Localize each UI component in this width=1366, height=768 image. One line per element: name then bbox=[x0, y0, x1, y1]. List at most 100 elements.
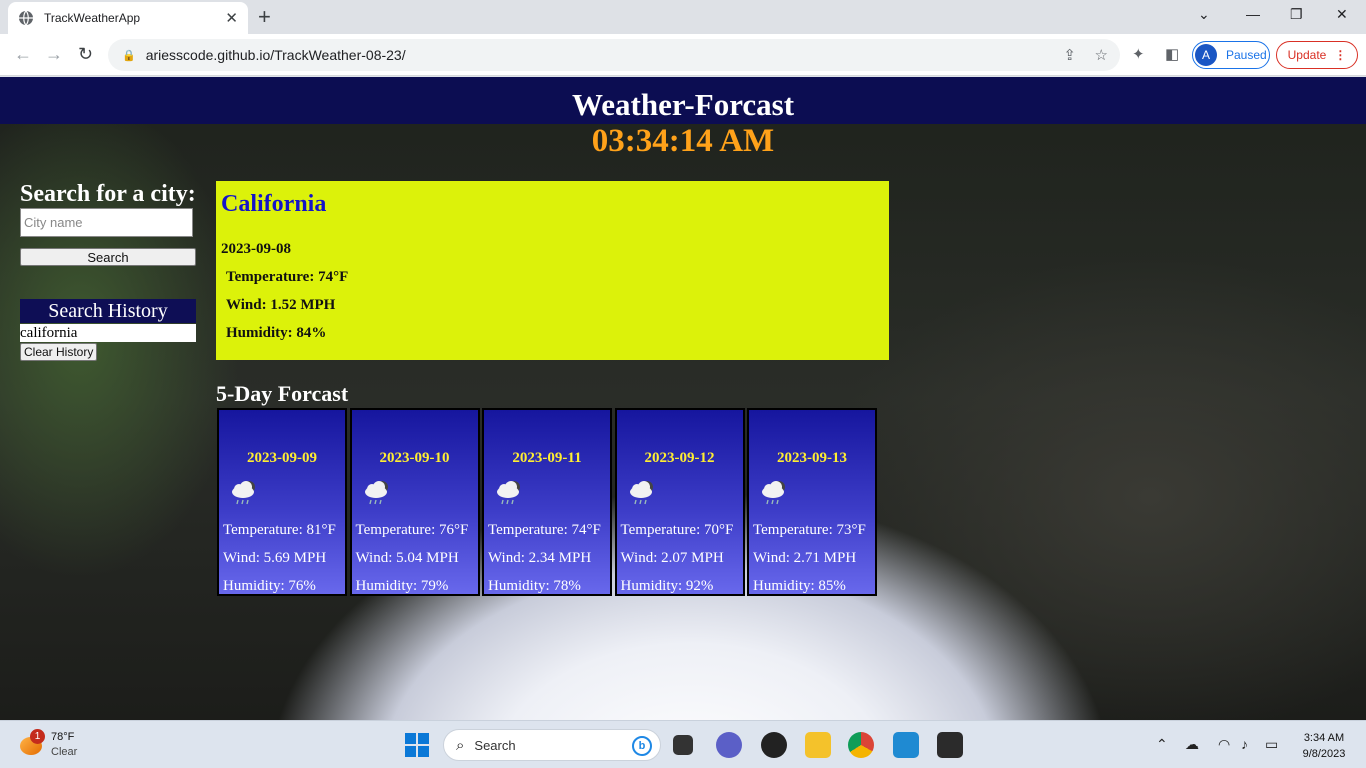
windows-logo-icon bbox=[405, 733, 416, 744]
extensions-icon[interactable]: ✦ bbox=[1132, 45, 1145, 63]
current-date: 2023-09-08 bbox=[221, 241, 291, 257]
forecast-card: 2023-09-11 Temperature: 74°F Wind: 2.34 … bbox=[482, 408, 612, 596]
new-tab-button[interactable]: + bbox=[258, 4, 271, 30]
menu-dots-icon: ⋮ bbox=[1334, 48, 1347, 62]
update-button[interactable]: Update ⋮ bbox=[1276, 41, 1358, 69]
forecast-temperature: Temperature: 81°F bbox=[223, 522, 336, 538]
window-close-button[interactable]: ✕ bbox=[1336, 6, 1348, 23]
taskbar: 1 78°F Clear ⌕ Search b ⌃ ☁ ◠ ♪ ▭ 3:34 A… bbox=[0, 720, 1366, 768]
tab-title: TrackWeatherApp bbox=[44, 11, 141, 25]
forecast-humidity: Humidity: 85% bbox=[753, 578, 846, 594]
current-wind: Wind: 1.52 MPH bbox=[226, 297, 336, 313]
rain-cloud-icon bbox=[232, 481, 255, 505]
forecast-date: 2023-09-12 bbox=[644, 450, 715, 466]
forecast-card: 2023-09-12 Temperature: 70°F Wind: 2.07 … bbox=[614, 408, 745, 596]
forecast-wind: Wind: 5.04 MPH bbox=[355, 550, 459, 566]
current-weather-card: California 2023-09-08 Temperature: 74°F … bbox=[216, 181, 889, 360]
forecast-humidity: Humidity: 92% bbox=[620, 578, 714, 594]
tab-close-icon[interactable]: ✕ bbox=[225, 9, 238, 27]
notification-badge: 1 bbox=[30, 729, 45, 744]
minimize-button[interactable]: — bbox=[1246, 6, 1260, 22]
forecast-temperature: Temperature: 76°F bbox=[355, 522, 469, 538]
forecast-humidity: Humidity: 78% bbox=[488, 578, 581, 594]
taskbar-search[interactable]: ⌕ Search b bbox=[443, 729, 661, 761]
current-city-name: California bbox=[221, 191, 327, 217]
chevron-up-icon[interactable]: ⌃ bbox=[1156, 736, 1168, 753]
tab-strip: TrackWeatherApp ✕ + ⌄ — ❐ ✕ bbox=[0, 0, 1366, 34]
update-label: Update bbox=[1287, 48, 1327, 62]
forecast-title: 5-Day Forcast bbox=[216, 381, 349, 406]
page-title: Weather-Forcast bbox=[571, 87, 795, 122]
search-history-title: Search History bbox=[20, 299, 196, 323]
forecast-temperature: Temperature: 70°F bbox=[620, 522, 734, 538]
chrome-icon[interactable] bbox=[848, 732, 874, 758]
terminal-icon[interactable] bbox=[937, 732, 963, 758]
rain-cloud-icon bbox=[762, 481, 785, 505]
rain-cloud-icon bbox=[629, 481, 653, 505]
forecast-temperature: Temperature: 73°F bbox=[753, 522, 866, 538]
maximize-button[interactable]: ❐ bbox=[1290, 6, 1303, 23]
rain-cloud-icon bbox=[497, 481, 520, 505]
weather-widget[interactable]: 1 78°F Clear bbox=[18, 729, 108, 761]
search-button[interactable]: Search bbox=[20, 248, 196, 266]
avatar: A bbox=[1195, 44, 1217, 66]
taskbar-search-label: Search bbox=[474, 737, 516, 753]
globe-icon bbox=[19, 10, 33, 26]
system-date: 9/8/2023 bbox=[1302, 748, 1346, 760]
cloud-off-icon[interactable]: ☁ bbox=[1185, 736, 1199, 753]
profile-status: Paused bbox=[1226, 48, 1267, 62]
share-icon[interactable]: ⇪ bbox=[1063, 46, 1076, 64]
volume-icon[interactable]: ♪ bbox=[1241, 736, 1248, 752]
widget-temperature: 78°F bbox=[51, 731, 75, 743]
side-panel-icon[interactable]: ◧ bbox=[1165, 45, 1179, 63]
forecast-card: 2023-09-13 Temperature: 73°F Wind: 2.71 … bbox=[747, 408, 877, 596]
clear-history-button[interactable]: Clear History bbox=[20, 343, 98, 361]
rain-cloud-icon bbox=[364, 481, 388, 505]
wifi-icon[interactable]: ◠ bbox=[1218, 736, 1230, 753]
browser-toolbar: ← → ↻ 🔒 ariesscode.github.io/TrackWeathe… bbox=[0, 34, 1366, 76]
search-label: Search for a city: bbox=[20, 181, 196, 207]
search-icon: ⌕ bbox=[456, 736, 465, 754]
forecast-wind: Wind: 2.34 MPH bbox=[488, 550, 592, 566]
forecast-wind: Wind: 2.71 MPH bbox=[753, 550, 857, 566]
media-player-icon[interactable] bbox=[761, 732, 787, 758]
forecast-wind: Wind: 2.07 MPH bbox=[620, 550, 724, 566]
task-view-icon[interactable] bbox=[673, 735, 693, 755]
forecast-date: 2023-09-09 bbox=[247, 450, 317, 466]
forecast-humidity: Humidity: 76% bbox=[223, 578, 316, 594]
forecast-card: 2023-09-10 Temperature: 76°F Wind: 5.04 … bbox=[349, 408, 480, 596]
forward-button[interactable]: → bbox=[45, 44, 63, 65]
page-viewport: Weather-Forcast 03:34:14 AM Search for a… bbox=[0, 77, 1366, 720]
lock-icon: 🔒 bbox=[122, 49, 136, 62]
history-item[interactable]: california bbox=[20, 324, 196, 342]
forecast-date: 2023-09-10 bbox=[379, 450, 450, 466]
battery-icon[interactable]: ▭ bbox=[1265, 736, 1278, 753]
bing-icon[interactable]: b bbox=[632, 736, 652, 756]
reload-button[interactable]: ↻ bbox=[78, 44, 93, 65]
url-text: ariesscode.github.io/TrackWeather-08-23/ bbox=[145, 47, 406, 63]
forecast-date: 2023-09-13 bbox=[777, 450, 847, 466]
address-bar[interactable]: 🔒 ariesscode.github.io/TrackWeather-08-2… bbox=[108, 39, 1120, 71]
bookmark-star-icon[interactable]: ☆ bbox=[1095, 46, 1108, 64]
back-button[interactable]: ← bbox=[14, 44, 32, 65]
forecast-card: 2023-09-09 Temperature: 81°F Wind: 5.69 … bbox=[217, 408, 347, 596]
start-button[interactable] bbox=[405, 733, 429, 757]
forecast-temperature: Temperature: 74°F bbox=[488, 522, 601, 538]
forecast-date: 2023-09-11 bbox=[512, 450, 582, 466]
forecast-humidity: Humidity: 79% bbox=[355, 578, 449, 594]
widget-condition: Clear bbox=[51, 746, 78, 758]
system-time: 3:34 AM bbox=[1303, 732, 1345, 744]
live-clock: 03:34:14 AM bbox=[591, 123, 775, 159]
forecast-cards: 2023-09-09 Temperature: 81°F Wind: 5.69 … bbox=[217, 408, 880, 596]
file-explorer-icon[interactable] bbox=[805, 732, 831, 758]
profile-button[interactable]: A Paused bbox=[1192, 41, 1270, 69]
vscode-icon[interactable] bbox=[893, 732, 919, 758]
current-humidity: Humidity: 84% bbox=[226, 325, 327, 341]
teams-chat-icon[interactable] bbox=[716, 732, 742, 758]
current-temperature: Temperature: 74°F bbox=[226, 269, 349, 285]
browser-tab[interactable]: TrackWeatherApp ✕ bbox=[8, 2, 248, 34]
tab-search-icon[interactable]: ⌄ bbox=[1198, 6, 1210, 23]
forecast-wind: Wind: 5.69 MPH bbox=[223, 550, 327, 566]
system-clock[interactable]: 3:34 AM 9/8/2023 bbox=[1296, 730, 1352, 762]
city-search-input[interactable] bbox=[20, 208, 193, 237]
